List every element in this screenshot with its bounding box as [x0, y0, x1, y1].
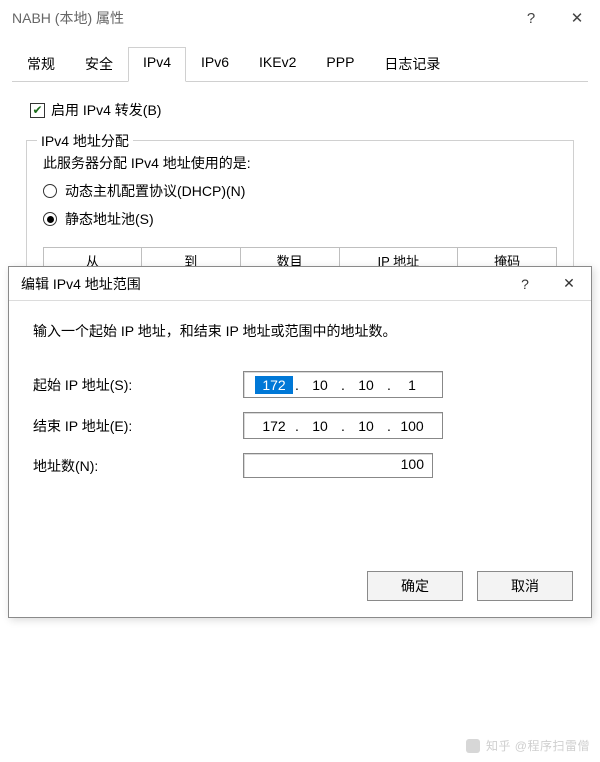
watermark-text: 知乎 @程序扫雷僧 — [486, 737, 590, 754]
cancel-button[interactable]: 取消 — [477, 571, 573, 601]
close-button[interactable]: ✕ — [554, 0, 600, 36]
enable-ipv4-forward-row[interactable]: ✔ 启用 IPv4 转发(B) — [30, 100, 576, 120]
radio-icon — [43, 212, 57, 226]
window-controls: ? ✕ — [508, 0, 600, 36]
start-ip-input[interactable]: 172. 10. 10. 1 — [243, 371, 443, 398]
zhihu-icon — [466, 739, 480, 753]
start-ip-label: 起始 IP 地址(S): — [33, 375, 243, 395]
tab-security[interactable]: 安全 — [70, 47, 128, 82]
ip-octet[interactable]: 10 — [301, 376, 339, 394]
dialog-close-button[interactable]: ✕ — [547, 267, 591, 301]
tab-log[interactable]: 日志记录 — [369, 47, 455, 82]
ip-octet[interactable]: 172 — [255, 376, 293, 394]
dialog-button-row: 确定 取消 — [367, 571, 573, 601]
ip-octet[interactable]: 1 — [393, 376, 431, 394]
count-label: 地址数(N): — [33, 456, 243, 476]
tab-ikev2[interactable]: IKEv2 — [244, 47, 311, 82]
start-ip-row: 起始 IP 地址(S): 172. 10. 10. 1 — [33, 371, 567, 398]
ip-octet[interactable]: 172 — [255, 417, 293, 435]
end-ip-input[interactable]: 172. 10. 10. 100 — [243, 412, 443, 439]
group-subtitle: 此服务器分配 IPv4 地址使用的是: — [43, 153, 557, 173]
checkbox-icon: ✔ — [30, 103, 45, 118]
radio-icon — [43, 184, 57, 198]
end-ip-row: 结束 IP 地址(E): 172. 10. 10. 100 — [33, 412, 567, 439]
radio-static-label: 静态地址池(S) — [65, 209, 154, 229]
dialog-titlebar: 编辑 IPv4 地址范围 ? ✕ — [9, 267, 591, 301]
tab-ipv6[interactable]: IPv6 — [186, 47, 244, 82]
tab-ppp[interactable]: PPP — [311, 47, 369, 82]
dialog-message: 输入一个起始 IP 地址，和结束 IP 地址或范围中的地址数。 — [33, 321, 567, 341]
dialog-title: 编辑 IPv4 地址范围 — [21, 274, 141, 294]
ipv4-tab-panel: ✔ 启用 IPv4 转发(B) IPv4 地址分配 此服务器分配 IPv4 地址… — [12, 82, 588, 292]
dialog-body: 输入一个起始 IP 地址，和结束 IP 地址或范围中的地址数。 起始 IP 地址… — [9, 301, 591, 504]
tab-ipv4[interactable]: IPv4 — [128, 47, 186, 82]
dialog-help-button[interactable]: ? — [503, 267, 547, 301]
watermark: 知乎 @程序扫雷僧 — [466, 737, 590, 754]
radio-dhcp-label: 动态主机配置协议(DHCP)(N) — [65, 181, 245, 201]
ip-octet[interactable]: 10 — [347, 417, 385, 435]
tab-general[interactable]: 常规 — [12, 47, 70, 82]
group-legend: IPv4 地址分配 — [37, 131, 133, 151]
window-title: NABH (本地) 属性 — [12, 8, 124, 28]
count-row: 地址数(N): 100 — [33, 453, 567, 478]
end-ip-label: 结束 IP 地址(E): — [33, 416, 243, 436]
count-input[interactable]: 100 — [243, 453, 433, 478]
enable-ipv4-forward-label: 启用 IPv4 转发(B) — [51, 100, 161, 120]
dialog-controls: ? ✕ — [503, 267, 591, 301]
ip-octet[interactable]: 10 — [301, 417, 339, 435]
radio-dhcp-row[interactable]: 动态主机配置协议(DHCP)(N) — [43, 181, 557, 201]
edit-ipv4-range-dialog: 编辑 IPv4 地址范围 ? ✕ 输入一个起始 IP 地址，和结束 IP 地址或… — [8, 266, 592, 618]
radio-static-row[interactable]: 静态地址池(S) — [43, 209, 557, 229]
tab-strip: 常规 安全 IPv4 IPv6 IKEv2 PPP 日志记录 — [12, 46, 588, 82]
ip-octet[interactable]: 100 — [393, 417, 431, 435]
window-titlebar: NABH (本地) 属性 ? ✕ — [0, 0, 600, 36]
help-button[interactable]: ? — [508, 0, 554, 36]
ok-button[interactable]: 确定 — [367, 571, 463, 601]
ip-octet[interactable]: 10 — [347, 376, 385, 394]
